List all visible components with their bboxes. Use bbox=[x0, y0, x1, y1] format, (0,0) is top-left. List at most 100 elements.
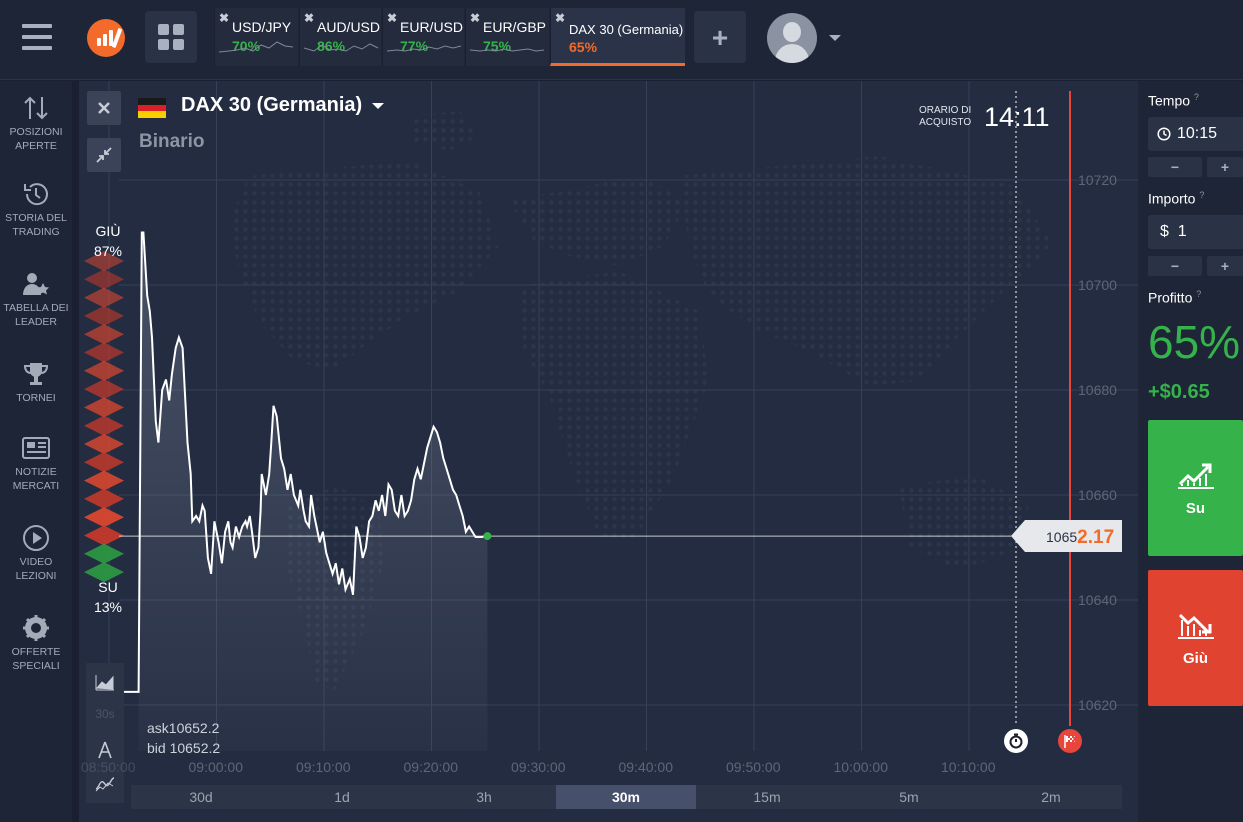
top-bar: ✖ USD/JPY 70% ✖ AUD/USD 86% ✖ EUR/USD 77… bbox=[0, 0, 1243, 80]
tempo-label: Tempo ? bbox=[1148, 92, 1199, 109]
tempo-value: 10:15 bbox=[1177, 125, 1218, 142]
sentiment-down-marker bbox=[84, 379, 124, 400]
history-icon bbox=[0, 177, 72, 211]
profit-amount: +$0.65 bbox=[1148, 381, 1210, 403]
close-icon[interactable]: ✖ bbox=[219, 11, 229, 25]
sidebar-item-posizioni-aperte[interactable]: POSIZIONI APERTE bbox=[0, 91, 72, 153]
close-icon[interactable]: ✖ bbox=[555, 11, 565, 25]
current-price-tag: 10652.17 bbox=[1011, 520, 1122, 553]
sparkline bbox=[219, 41, 294, 53]
avatar[interactable] bbox=[767, 13, 817, 63]
trend-up-icon bbox=[1178, 463, 1214, 489]
tab-usd-jpy[interactable]: ✖ USD/JPY 70% bbox=[214, 8, 298, 66]
add-tab-button[interactable]: + bbox=[694, 11, 746, 63]
asset-selector[interactable]: DAX 30 (Germania) bbox=[181, 94, 384, 117]
close-icon[interactable]: ✖ bbox=[470, 11, 480, 25]
sentiment-down-marker bbox=[84, 305, 124, 326]
tab-name: EUR/USD bbox=[400, 19, 464, 35]
sidebar-item-label: OFFERTE SPECIALI bbox=[11, 646, 61, 672]
importo-label: Importo ? bbox=[1148, 190, 1204, 207]
sidebar-item-storia-trading[interactable]: STORIA DEL TRADING bbox=[0, 177, 72, 239]
tempo-increase-button[interactable]: + bbox=[1207, 157, 1243, 177]
price-chart[interactable] bbox=[79, 81, 1138, 822]
importo-decrease-button[interactable]: − bbox=[1148, 256, 1202, 276]
sentiment-down-marker bbox=[84, 470, 124, 491]
timeframe-selector: 30d 1d 3h 30m 15m 5m 2m bbox=[131, 785, 1122, 809]
trend-down-icon bbox=[1178, 613, 1214, 639]
close-icon[interactable]: ✖ bbox=[304, 11, 314, 25]
sparkline bbox=[470, 48, 545, 52]
down-button[interactable]: Giù bbox=[1148, 570, 1243, 706]
timeframe-2m[interactable]: 2m bbox=[981, 785, 1121, 809]
down-button-label: Giù bbox=[1183, 650, 1208, 667]
sidebar-item-tornei[interactable]: TORNEI bbox=[0, 357, 72, 405]
timeframe-1d[interactable]: 1d bbox=[272, 785, 412, 809]
arrows-updown-icon bbox=[0, 91, 72, 125]
tab-eur-usd[interactable]: ✖ EUR/USD 77% bbox=[382, 8, 464, 66]
logo-icon[interactable] bbox=[87, 19, 125, 57]
sidebar-item-label: VIDEO LEZIONI bbox=[15, 556, 57, 582]
importo-increase-button[interactable]: + bbox=[1207, 256, 1243, 276]
close-chart-button[interactable] bbox=[87, 91, 121, 125]
down-sentiment-label: GIÙ 87% bbox=[79, 221, 137, 261]
sidebar-item-label: TORNEI bbox=[16, 392, 56, 404]
sidebar-item-notizie-mercati[interactable]: NOTIZIE MERCATI bbox=[0, 431, 72, 493]
info-icon[interactable]: ? bbox=[1199, 190, 1204, 200]
y-tick-label: 10620 bbox=[1078, 697, 1117, 713]
close-icon[interactable]: ✖ bbox=[387, 11, 397, 25]
grid-view-button[interactable] bbox=[145, 11, 197, 63]
tempo-field[interactable]: 10:15 bbox=[1148, 117, 1243, 151]
chart-area[interactable]: DAX 30 (Germania) Binario ORARIO DI ACQU… bbox=[79, 81, 1138, 822]
timeframe-30d[interactable]: 30d bbox=[131, 785, 271, 809]
sidebar: POSIZIONI APERTE STORIA DEL TRADING TABE… bbox=[0, 81, 72, 822]
sidebar-item-video-lezioni[interactable]: VIDEO LEZIONI bbox=[0, 521, 72, 583]
menu-icon[interactable] bbox=[22, 24, 52, 50]
plus-icon: + bbox=[711, 22, 729, 53]
sidebar-item-tabella-leader[interactable]: TABELLA DEI LEADER bbox=[0, 267, 72, 329]
up-button[interactable]: Su bbox=[1148, 420, 1243, 556]
x-tick-label: 08:50:00 bbox=[81, 759, 136, 775]
up-label: SU bbox=[98, 579, 118, 595]
down-percent: 87% bbox=[93, 243, 123, 259]
close-icon bbox=[98, 102, 110, 114]
leaderboard-icon bbox=[0, 267, 72, 301]
y-tick-label: 10680 bbox=[1078, 382, 1117, 398]
sentiment-down-marker bbox=[84, 488, 124, 509]
tab-dax30[interactable]: ✖ DAX 30 (Germania) 65% bbox=[550, 8, 685, 66]
tab-eur-gbp[interactable]: ✖ EUR/GBP 75% bbox=[465, 8, 549, 66]
sentiment-down-marker bbox=[84, 324, 124, 345]
importo-field[interactable]: $ 1 bbox=[1148, 215, 1243, 249]
timeframe-5m[interactable]: 5m bbox=[839, 785, 979, 809]
compass-icon bbox=[98, 741, 112, 759]
sidebar-item-label: STORIA DEL TRADING bbox=[5, 212, 67, 238]
tab-name: USD/JPY bbox=[232, 19, 292, 35]
tab-name: EUR/GBP bbox=[483, 19, 547, 35]
sentiment-down-marker bbox=[84, 452, 124, 473]
tab-aud-usd[interactable]: ✖ AUD/USD 86% bbox=[299, 8, 381, 66]
sidebar-item-offerte-speciali[interactable]: OFFERTE SPECIALI bbox=[0, 611, 72, 673]
collapse-chart-button[interactable] bbox=[87, 138, 121, 172]
collapse-icon bbox=[96, 147, 112, 163]
sentiment-down-marker bbox=[84, 415, 124, 436]
y-tick-label: 10660 bbox=[1078, 487, 1117, 503]
timeframe-15m[interactable]: 15m bbox=[697, 785, 837, 809]
purchase-time-value: 14:11 bbox=[984, 102, 1050, 132]
chart-type-button[interactable] bbox=[86, 665, 124, 699]
importo-label-text: Importo bbox=[1148, 190, 1196, 207]
info-icon[interactable]: ? bbox=[1196, 289, 1201, 299]
timeframe-3h[interactable]: 3h bbox=[414, 785, 554, 809]
y-tick-label: 10700 bbox=[1078, 277, 1117, 293]
x-tick-label: 09:40:00 bbox=[618, 759, 674, 775]
chart-tools: 30s bbox=[86, 663, 124, 803]
y-tick-label: 10720 bbox=[1078, 172, 1117, 188]
chevron-down-icon[interactable] bbox=[829, 35, 841, 41]
finish-flag-icon bbox=[1058, 729, 1082, 753]
info-icon[interactable]: ? bbox=[1194, 92, 1199, 102]
tempo-decrease-button[interactable]: − bbox=[1148, 157, 1202, 177]
sentiment-down-marker bbox=[84, 525, 124, 546]
x-tick-label: 09:30:00 bbox=[511, 759, 566, 775]
timeframe-30m[interactable]: 30m bbox=[556, 785, 696, 809]
asset-title: DAX 30 (Germania) bbox=[181, 94, 363, 116]
sidebar-item-label: TABELLA DEI LEADER bbox=[3, 302, 69, 328]
sparkline bbox=[387, 45, 462, 52]
